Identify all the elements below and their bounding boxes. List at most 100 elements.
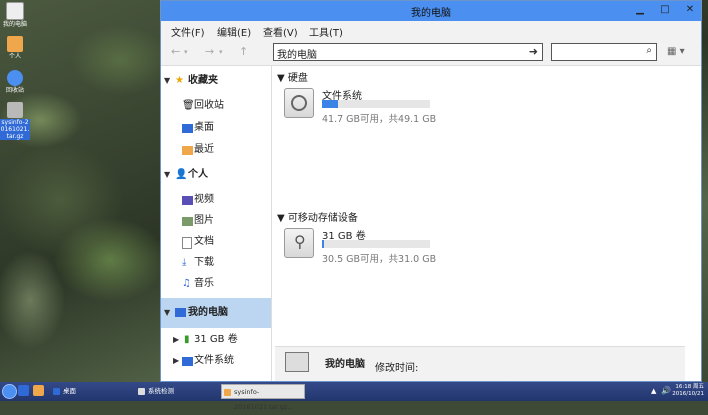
- archive-icon: [7, 102, 23, 118]
- sidebar-item-label: 文档: [194, 236, 214, 247]
- taskbar-item-system-check[interactable]: 系统检测: [136, 384, 218, 399]
- sidebar-item-label: 回收站: [194, 100, 224, 111]
- menu-edit[interactable]: 编辑(E): [217, 24, 251, 39]
- collapse-arrow-icon[interactable]: ▼: [164, 298, 170, 328]
- home-folder-icon: [7, 36, 23, 52]
- sidebar-section-my-computer[interactable]: ▼ 我的电脑: [161, 298, 271, 328]
- search-icon[interactable]: ⌕: [646, 45, 652, 56]
- minimize-icon[interactable]: ▁: [633, 3, 647, 17]
- folder-icon: [224, 389, 231, 396]
- document-icon: [182, 237, 192, 249]
- taskbar-item-file-manager[interactable]: sysinfo-20161021.tar.gz...: [221, 384, 305, 411]
- desktop-icon-archive[interactable]: sysinfo-20161021.tar.gz: [0, 102, 30, 140]
- clock-time: 16:18 周五: [675, 384, 704, 390]
- window-title: 我的电脑: [411, 8, 451, 19]
- collapse-arrow-icon[interactable]: ▼: [277, 213, 285, 224]
- download-icon: ⤓: [182, 257, 187, 268]
- close-icon[interactable]: ✕: [683, 3, 697, 17]
- home-folder-icon[interactable]: [33, 385, 44, 396]
- sidebar-item-filesystem[interactable]: ▶ 文件系统: [161, 351, 271, 371]
- forward-icon[interactable]: →: [205, 45, 214, 58]
- sidebar-section-personal[interactable]: ▼ 👤 个人: [161, 165, 271, 185]
- folder-icon: [182, 146, 193, 155]
- go-arrow-icon[interactable]: ➜: [529, 45, 538, 58]
- expand-arrow-icon[interactable]: ▶: [173, 330, 179, 350]
- back-dropdown-icon[interactable]: ▾: [184, 48, 188, 56]
- sidebar-item-label: 文件系统: [194, 355, 234, 366]
- picture-icon: [182, 217, 193, 226]
- drive-info: 30.5 GB可用，共31.0 GB: [322, 254, 437, 265]
- title-bar[interactable]: 我的电脑 ▁ □ ✕: [161, 1, 701, 21]
- trash-icon: 🗑: [182, 100, 195, 111]
- sidebar-item-trash[interactable]: 🗑 回收站: [161, 96, 271, 116]
- start-menu-icon[interactable]: [2, 384, 17, 399]
- back-icon[interactable]: ←: [171, 45, 180, 58]
- taskbar-item-label: sysinfo-20161021.tar.gz...: [234, 388, 294, 411]
- up-icon[interactable]: ↑: [239, 45, 248, 58]
- section-title: 可移动存储设备: [287, 213, 358, 224]
- system-check-icon: [138, 388, 145, 395]
- forward-dropdown-icon[interactable]: ▾: [219, 48, 223, 56]
- sidebar-item-documents[interactable]: 文档: [161, 232, 271, 252]
- sidebar-item-label: 视频: [194, 194, 214, 205]
- file-manager-window: 我的电脑 ▁ □ ✕ 文件(F) 编辑(E) 查看(V) 工具(T) ← ▾ →…: [160, 0, 702, 382]
- trash-icon: [7, 70, 23, 86]
- sidebar-item-desktop[interactable]: 桌面: [161, 118, 271, 138]
- collapse-arrow-icon[interactable]: ▼: [164, 165, 170, 185]
- menu-file[interactable]: 文件(F): [171, 24, 205, 39]
- desktop-icon: [53, 388, 60, 395]
- details-name: 我的电脑: [325, 359, 365, 370]
- sidebar-item-label: 桌面: [194, 122, 214, 133]
- expand-arrow-icon[interactable]: ▶: [173, 351, 179, 371]
- sidebar-section-favorites[interactable]: ▼ ★ 收藏夹: [161, 71, 271, 91]
- user-icon: 👤: [175, 169, 188, 180]
- section-hard-disks[interactable]: ▼ 硬盘: [277, 69, 308, 84]
- view-mode-icon[interactable]: ▦ ▾: [667, 46, 685, 57]
- sidebar-item-volume[interactable]: ▶ ▮ 31 GB 卷: [161, 330, 271, 350]
- taskbar-item-label: 桌面: [63, 387, 76, 395]
- section-removable[interactable]: ▼ 可移动存储设备: [277, 209, 358, 224]
- clock[interactable]: 16:18 周五 2016/10/21: [672, 384, 704, 398]
- drive-info: 41.7 GB可用，共49.1 GB: [322, 114, 437, 125]
- sidebar-item-label: 最近: [194, 144, 214, 155]
- usb-drive-icon: ▮: [184, 334, 190, 345]
- address-bar[interactable]: 我的电脑 ➜: [273, 43, 543, 61]
- music-icon: ♫: [182, 278, 191, 289]
- clock-date: 2016/10/21: [672, 391, 704, 397]
- collapse-arrow-icon[interactable]: ▼: [277, 73, 285, 84]
- launcher-icon[interactable]: [18, 385, 29, 396]
- collapse-arrow-icon[interactable]: ▼: [164, 71, 170, 91]
- desktop-icon: [182, 124, 193, 133]
- desktop-icon-label: 回收站: [5, 87, 24, 94]
- sidebar-section-label: 收藏夹: [188, 75, 218, 86]
- details-modified-label: 修改时间:: [375, 363, 419, 374]
- desktop-icon-my-computer[interactable]: 我的电脑: [0, 2, 30, 28]
- desktop-icon-label: 我的电脑: [2, 21, 27, 28]
- menu-view[interactable]: 查看(V): [263, 24, 298, 39]
- sidebar-item-music[interactable]: ♫ 音乐: [161, 274, 271, 294]
- video-icon: [182, 196, 193, 205]
- sidebar-item-downloads[interactable]: ⤓ 下载: [161, 253, 271, 273]
- desktop-icon-personal[interactable]: 个人: [0, 36, 30, 60]
- computer-icon: [175, 308, 186, 317]
- section-title: 硬盘: [287, 73, 308, 84]
- computer-icon: [6, 2, 24, 20]
- main-content: ▼ 硬盘 文件系统 41.7 GB可用，共49.1 GB ▼ 可移动存储设备 ⚲…: [272, 66, 701, 381]
- taskbar-item-desktop[interactable]: 桌面: [51, 384, 133, 399]
- tray-up-arrow-icon[interactable]: ▲: [651, 387, 656, 395]
- volume-icon[interactable]: 🔊: [661, 386, 671, 395]
- search-input[interactable]: ⌕: [551, 43, 657, 61]
- sidebar-item-videos[interactable]: 视频: [161, 190, 271, 210]
- maximize-icon[interactable]: □: [658, 3, 672, 17]
- drive-usage-bar: [322, 240, 430, 248]
- menu-tools[interactable]: 工具(T): [309, 24, 343, 39]
- sidebar-item-pictures[interactable]: 图片: [161, 211, 271, 231]
- sidebar-item-recent[interactable]: 最近: [161, 140, 271, 160]
- sidebar-section-label: 个人: [188, 169, 208, 180]
- usb-drive-icon[interactable]: ⚲: [284, 228, 314, 258]
- drive-usage-bar: [322, 100, 430, 108]
- hard-disk-icon[interactable]: [284, 88, 314, 118]
- desktop-icon-trash[interactable]: 回收站: [0, 70, 30, 94]
- computer-icon: [285, 352, 309, 372]
- desktop-icon-label: 个人: [8, 53, 21, 60]
